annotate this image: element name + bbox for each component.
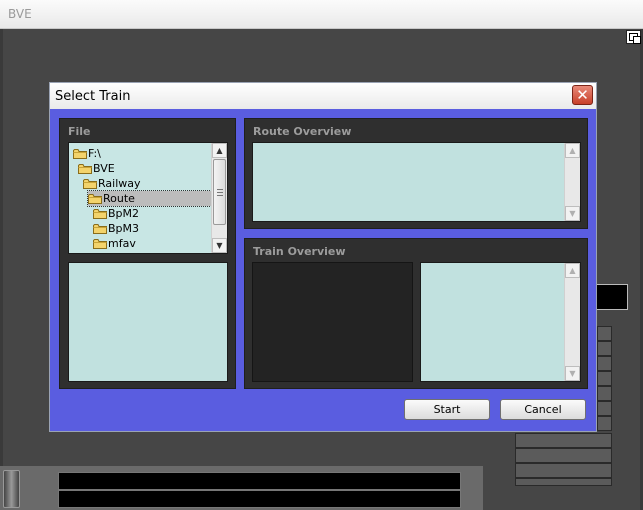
select-train-dialog: Select Train ✕ File F:\ BVE Railway Route Bp…: [49, 82, 597, 432]
bottom-handle[interactable]: [3, 470, 20, 508]
tree-item[interactable]: BpM2: [93, 206, 139, 221]
scroll-down-arrow-icon[interactable]: ▼: [212, 238, 227, 253]
folder-icon: [73, 148, 87, 159]
tree-item-label: BpM2: [108, 207, 140, 220]
file-tree-pane[interactable]: F:\ BVE Railway Route BpM2 BpM3 mfav ▲ ▼: [68, 142, 228, 254]
background-bar: [515, 463, 612, 478]
restore-icon[interactable]: [626, 30, 641, 44]
tree-item-label: Railway: [98, 177, 141, 190]
tree-item[interactable]: Railway: [83, 176, 141, 191]
close-icon: ✕: [576, 86, 589, 104]
scroll-up-arrow-icon[interactable]: ▲: [565, 263, 580, 278]
folder-icon: [93, 238, 107, 249]
train-image-preview: [252, 262, 413, 382]
folder-icon: [83, 178, 97, 189]
folder-icon: [78, 163, 92, 174]
file-group: File F:\ BVE Railway Route BpM2 BpM3 mfav ▲ ▼: [59, 118, 236, 389]
folder-icon: [93, 208, 107, 219]
start-button[interactable]: Start: [404, 399, 490, 420]
train-overview-group: Train Overview ▲ ▼: [244, 238, 588, 389]
background-side-block: [597, 356, 612, 371]
tree-item-label: Route: [103, 192, 135, 205]
file-group-label: File: [68, 125, 91, 138]
background-bar: [515, 448, 612, 463]
background-side-block: [597, 401, 612, 416]
tree-item[interactable]: Route: [87, 190, 211, 207]
folder-icon: [93, 223, 107, 234]
file-tree[interactable]: F:\ BVE Railway Route BpM2 BpM3 mfav: [70, 144, 211, 252]
file-tree-scrollbar[interactable]: ▲ ▼: [211, 143, 227, 253]
scroll-thumb[interactable]: [213, 159, 226, 225]
route-overview-scrollbar[interactable]: ▲ ▼: [564, 143, 580, 221]
background-display-box: [596, 284, 628, 310]
cancel-button[interactable]: Cancel: [500, 399, 586, 420]
scroll-down-arrow-icon[interactable]: ▼: [565, 206, 580, 221]
main-window-title: BVE: [8, 7, 32, 21]
scroll-down-arrow-icon[interactable]: ▼: [565, 366, 580, 381]
tree-item[interactable]: mfav: [93, 236, 136, 251]
background-side-block: [597, 326, 612, 341]
train-overview-pane[interactable]: ▲ ▼: [420, 262, 581, 382]
tree-item[interactable]: BpM3: [93, 221, 139, 236]
background-side-block: [597, 371, 612, 386]
background-side-block: [597, 386, 612, 401]
tree-item-label: BVE: [93, 162, 115, 175]
tree-item-label: F:\: [88, 147, 101, 160]
file-list-pane[interactable]: [68, 262, 228, 382]
tree-item-label: BpM3: [108, 222, 140, 235]
route-overview-pane[interactable]: ▲ ▼: [252, 142, 581, 222]
background-bar: [515, 478, 612, 486]
train-overview-label: Train Overview: [253, 245, 346, 258]
bottom-bar-upper: [58, 472, 461, 490]
background-side-block: [597, 341, 612, 356]
train-overview-scrollbar[interactable]: ▲ ▼: [564, 263, 580, 381]
main-titlebar: BVE: [0, 0, 643, 29]
background-side-block: [597, 416, 612, 431]
dialog-title: Select Train: [55, 89, 131, 104]
bottom-bar-lower: [58, 490, 461, 508]
folder-icon: [88, 193, 102, 204]
tree-item[interactable]: BVE: [78, 161, 115, 176]
tree-item[interactable]: F:\: [73, 146, 101, 161]
tree-item-label: mfav: [108, 237, 136, 250]
scroll-up-arrow-icon[interactable]: ▲: [212, 143, 227, 158]
background-bar: [515, 433, 612, 448]
route-overview-label: Route Overview: [253, 125, 352, 138]
route-overview-group: Route Overview ▲ ▼: [244, 118, 588, 229]
scroll-up-arrow-icon[interactable]: ▲: [565, 143, 580, 158]
close-button[interactable]: ✕: [572, 85, 593, 105]
dialog-titlebar[interactable]: Select Train ✕: [50, 83, 596, 109]
